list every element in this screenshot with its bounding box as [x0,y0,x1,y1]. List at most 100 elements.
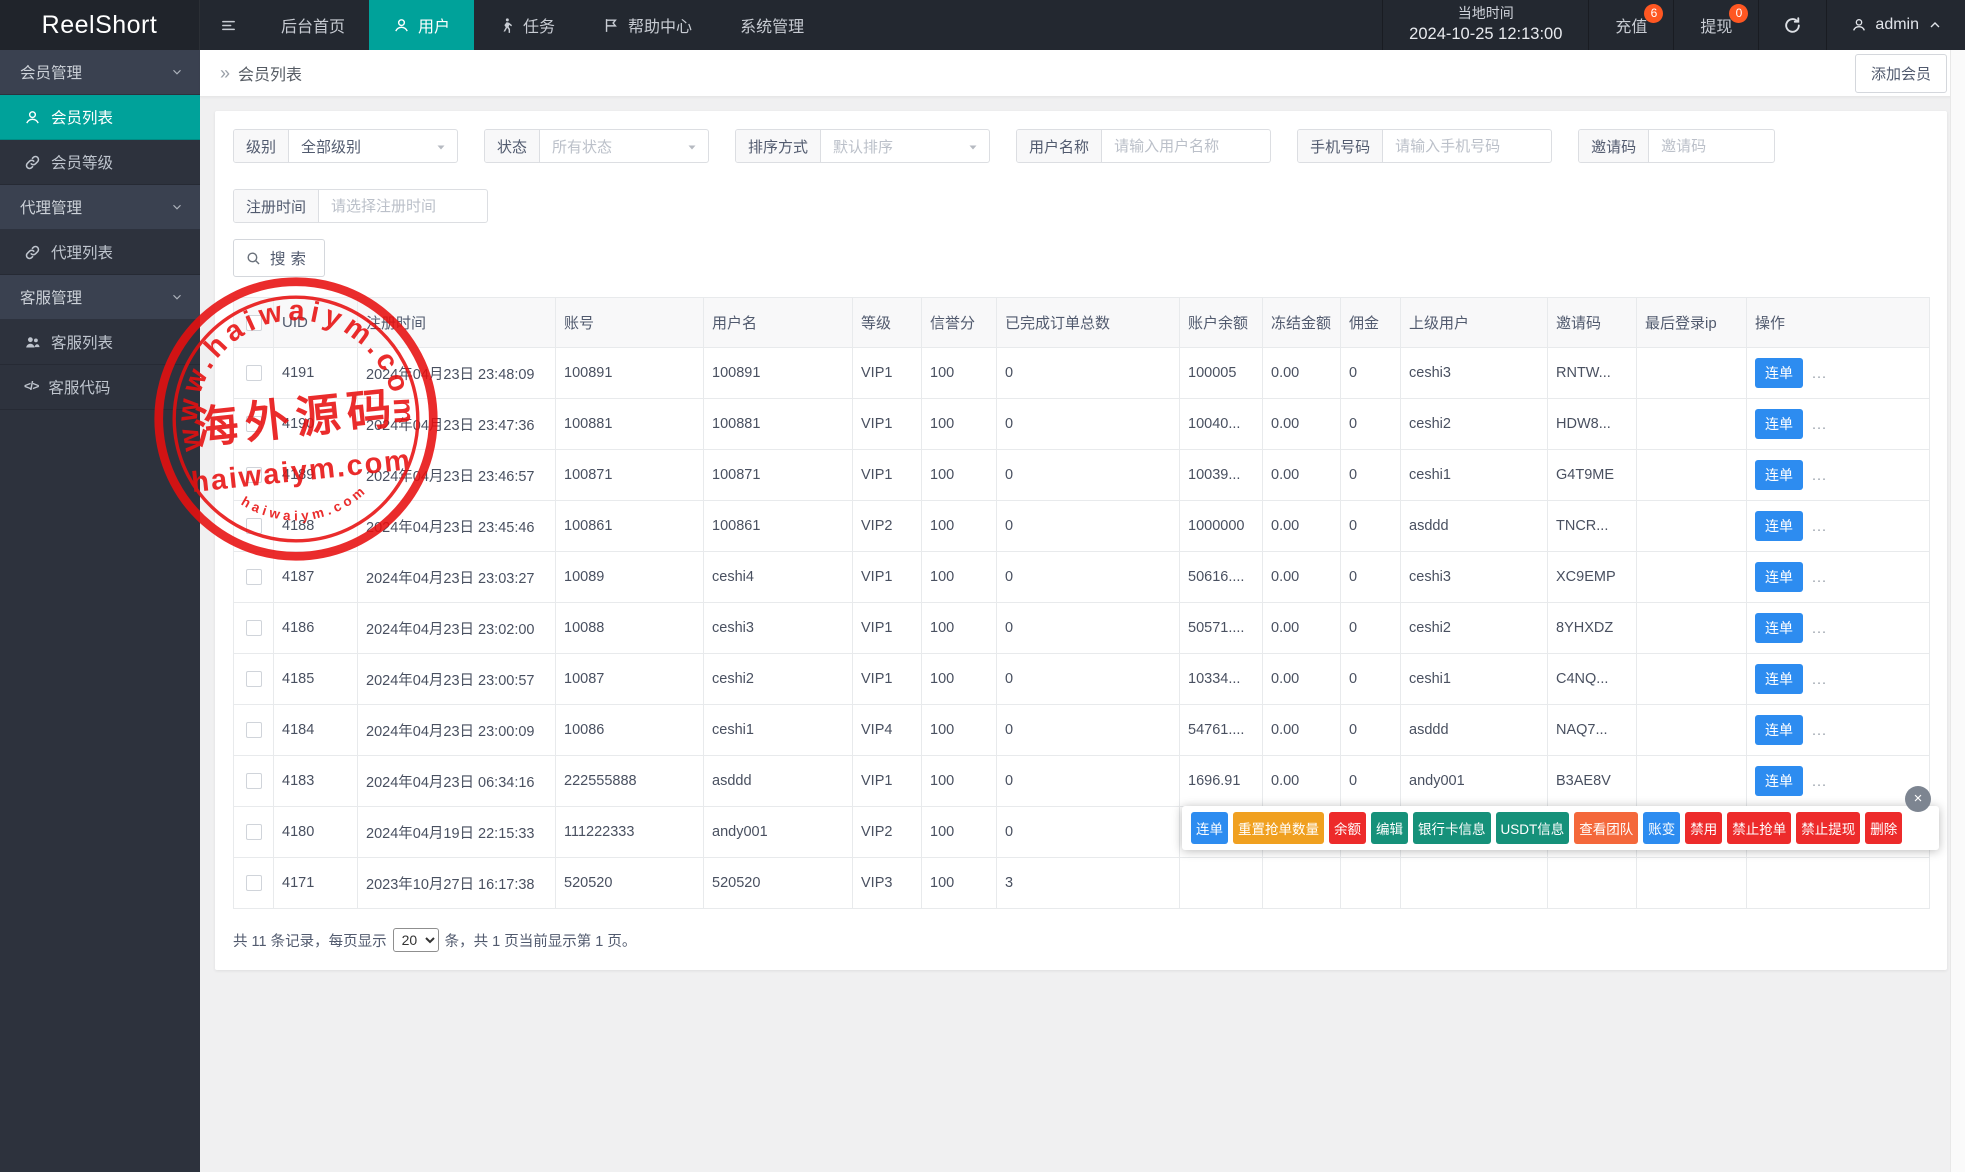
refresh-button[interactable] [1758,0,1826,50]
chain-order-button[interactable]: 连单 [1755,664,1803,694]
popup-close-button[interactable]: × [1905,786,1931,812]
popup-action-7[interactable]: 账变 [1643,812,1680,844]
add-member-button[interactable]: 添加会员 [1855,54,1947,93]
more-actions-button[interactable]: ... [1812,723,1827,739]
more-actions-button[interactable]: ... [1812,519,1827,535]
chain-order-button[interactable]: 连单 [1755,409,1803,439]
more-actions-button[interactable]: ... [1812,570,1827,586]
row-checkbox[interactable] [246,467,262,483]
chain-order-button[interactable]: 连单 [1755,613,1803,643]
popup-action-3[interactable]: 编辑 [1371,812,1408,844]
cell-commission: 0 [1341,603,1401,654]
popup-action-9[interactable]: 禁止抢单 [1727,812,1791,844]
chain-order-button[interactable]: 连单 [1755,460,1803,490]
more-actions-button[interactable]: ... [1812,774,1827,790]
nav-action-0[interactable]: 充值6 [1588,0,1673,50]
cell-reg_time: 2024年04月23日 23:48:09 [358,348,556,399]
row-checkbox[interactable] [246,722,262,738]
nav-action-1[interactable]: 提现0 [1673,0,1758,50]
more-actions-button[interactable]: ... [1812,672,1827,688]
row-checkbox[interactable] [246,671,262,687]
cell-reg_time: 2024年04月23日 23:45:46 [358,501,556,552]
popup-action-2[interactable]: 余额 [1329,812,1366,844]
chevdown-icon [170,65,184,79]
nav-item-4[interactable]: 系统管理 [716,0,828,50]
cell-frozen: 0.00 [1263,603,1341,654]
cell-username: 100861 [704,501,853,552]
nav-item-3[interactable]: 帮助中心 [579,0,716,50]
page-scrollbar[interactable] [1950,50,1965,1172]
cell-reg_time: 2024年04月23日 23:00:57 [358,654,556,705]
more-actions-button[interactable]: ... [1812,366,1827,382]
nav-item-1[interactable]: 用户 [369,0,474,50]
row-checkbox[interactable] [246,875,262,891]
admin-menu[interactable]: admin [1826,0,1965,50]
chain-order-button[interactable]: 连单 [1755,766,1803,796]
chain-order-button[interactable]: 连单 [1755,511,1803,541]
sidebar-group-0[interactable]: 会员管理 [0,50,200,95]
nav-item-2[interactable]: 任务 [474,0,579,50]
sidebar-group-3[interactable]: 代理管理 [0,185,200,230]
cell-account: 520520 [556,858,704,909]
filter-select-value: 默认排序 [833,136,893,157]
filter-input[interactable] [1661,138,1764,155]
nav-item-0[interactable]: 后台首页 [257,0,369,50]
popup-action-6[interactable]: 查看团队 [1574,812,1638,844]
row-checkbox-cell [234,807,274,858]
row-checkbox[interactable] [246,518,262,534]
popup-action-5[interactable]: USDT信息 [1496,812,1570,844]
popup-action-11[interactable]: 删除 [1865,812,1902,844]
sidebar-toggle-button[interactable] [200,0,257,50]
cell-invite: NAQ7... [1548,705,1637,756]
sidebar-item-4[interactable]: 代理列表 [0,230,200,275]
row-checkbox[interactable] [246,416,262,432]
sidebar-item-1[interactable]: 会员列表 [0,95,200,140]
more-actions-button[interactable]: ... [1812,468,1827,484]
sidebar-item-6[interactable]: 客服列表 [0,320,200,365]
row-checkbox[interactable] [246,365,262,381]
filter-input[interactable] [1395,138,1541,155]
filter-select[interactable]: 默认排序 [821,130,989,162]
cell-actions: 连单... [1747,654,1930,705]
cell-username: 100881 [704,399,853,450]
chain-order-button[interactable]: 连单 [1755,715,1803,745]
select-all-checkbox[interactable] [246,315,262,331]
pagination-prefix: 共 11 条记录，每页显示 [233,930,387,951]
sidebar-item-7[interactable]: </>客服代码 [0,365,200,410]
cell-invite [1548,858,1637,909]
row-checkbox[interactable] [246,620,262,636]
page-size-select[interactable]: 20 [393,928,439,952]
app-logo: ReelShort [0,0,200,50]
filter-input[interactable] [331,198,477,215]
popup-action-8[interactable]: 禁用 [1685,812,1722,844]
sidebar-item-2[interactable]: 会员等级 [0,140,200,185]
chain-order-button[interactable]: 连单 [1755,562,1803,592]
cell-username: ceshi4 [704,552,853,603]
popup-action-4[interactable]: 银行卡信息 [1413,812,1491,844]
filter-input[interactable] [1114,138,1260,155]
search-button[interactable]: 搜索 [233,239,325,277]
nav-item-label: 系统管理 [740,13,804,37]
popup-action-1[interactable]: 重置抢单数量 [1233,812,1324,844]
chain-order-button[interactable]: 连单 [1755,358,1803,388]
popup-action-0[interactable]: 连单 [1191,812,1228,844]
filter-select[interactable]: 所有状态 [540,130,708,162]
row-checkbox[interactable] [246,569,262,585]
cell-actions: 连单... [1747,450,1930,501]
filter-select[interactable]: 全部级别 [289,130,457,162]
cell-commission: 0 [1341,654,1401,705]
column-header: 操作 [1747,298,1930,348]
cell-username: 100871 [704,450,853,501]
cell-level: VIP1 [853,552,922,603]
column-header: 账号 [556,298,704,348]
row-checkbox[interactable] [246,773,262,789]
header-checkbox-cell [234,298,274,348]
popup-action-10[interactable]: 禁止提现 [1796,812,1860,844]
row-checkbox[interactable] [246,824,262,840]
more-actions-button[interactable]: ... [1812,621,1827,637]
cell-credit: 100 [922,654,997,705]
chevdown-icon [170,200,184,214]
more-actions-button[interactable]: ... [1812,417,1827,433]
sidebar-group-5[interactable]: 客服管理 [0,275,200,320]
refresh-icon [1783,16,1802,35]
